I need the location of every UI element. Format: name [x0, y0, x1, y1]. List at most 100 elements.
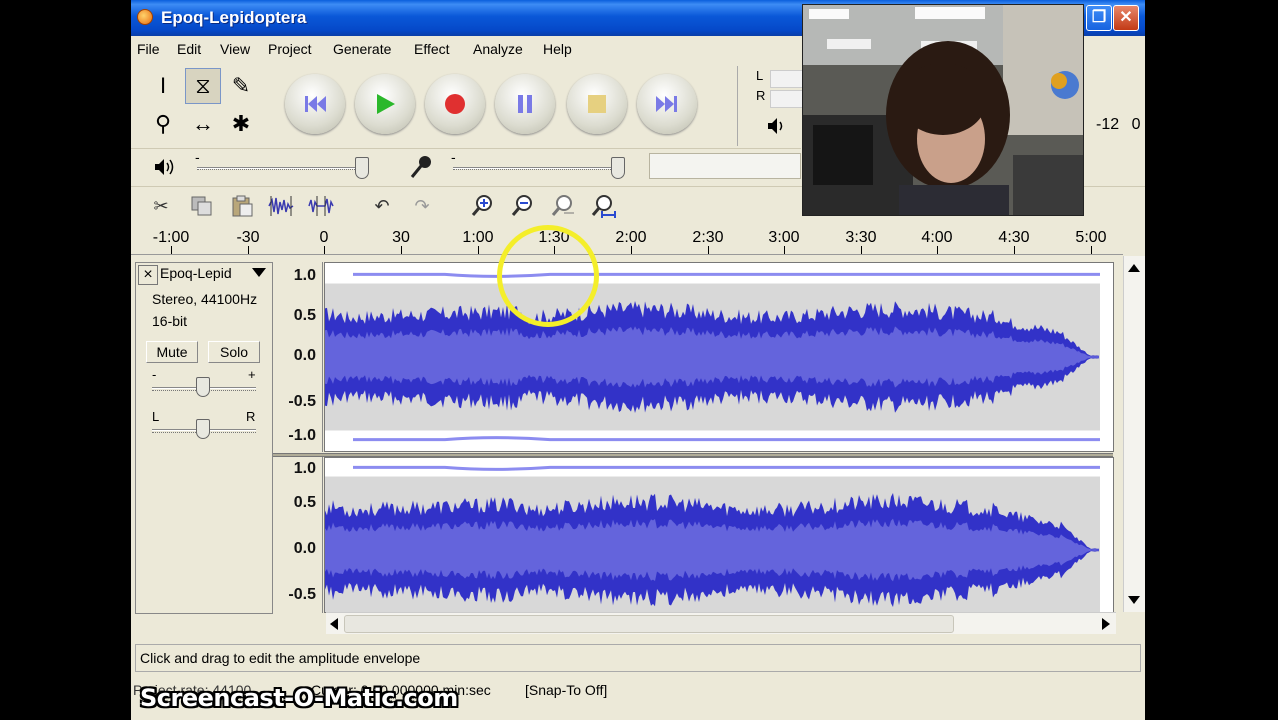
- ruler-mark: [401, 246, 402, 254]
- ruler-tick: -30: [236, 229, 260, 246]
- time-shift-tool[interactable]: ↔: [185, 106, 221, 142]
- scale-label: 0.0: [293, 347, 316, 364]
- input-source-select[interactable]: [649, 153, 801, 179]
- zoom-in-icon[interactable]: [467, 190, 499, 222]
- track-info-format: Stereo, 44100Hz: [152, 291, 258, 307]
- speaker-icon: [155, 159, 174, 175]
- scroll-right-icon[interactable]: [1102, 618, 1110, 630]
- play-icon: [377, 94, 395, 114]
- ruler-mark: [631, 246, 632, 254]
- ruler-tick: 5:00: [1075, 229, 1107, 246]
- skip-start-icon: [305, 96, 326, 112]
- ruler-mark: [861, 246, 862, 254]
- maximize-button[interactable]: ❐: [1086, 5, 1112, 31]
- cut-icon[interactable]: ✂: [145, 190, 177, 222]
- webcam-overlay: [802, 4, 1084, 216]
- pan-right-label: R: [246, 409, 256, 424]
- scroll-down-icon[interactable]: [1128, 596, 1140, 604]
- copy-icon[interactable]: [186, 190, 218, 222]
- pause-icon: [518, 95, 532, 113]
- zoom-out-icon[interactable]: [507, 190, 539, 222]
- skip-start-button[interactable]: [285, 74, 345, 134]
- zoom-tool[interactable]: ⚲: [145, 106, 181, 142]
- stop-icon: [588, 95, 606, 113]
- track-close-button[interactable]: ×: [138, 265, 158, 285]
- amplitude-envelope[interactable]: [353, 272, 1100, 278]
- ruler-tick: 2:30: [692, 229, 724, 246]
- ruler-tick: 3:30: [845, 229, 877, 246]
- gain-plus-label: +: [248, 367, 256, 382]
- skip-end-icon: [656, 96, 677, 112]
- scroll-up-icon[interactable]: [1128, 264, 1140, 272]
- input-volume-ticks: [453, 169, 619, 175]
- menu-edit[interactable]: Edit: [177, 41, 201, 57]
- record-icon: [445, 94, 465, 114]
- record-button[interactable]: [425, 74, 485, 134]
- undo-icon[interactable]: ↶: [366, 190, 398, 222]
- output-volume-min: -: [195, 149, 200, 165]
- amplitude-envelope[interactable]: [353, 465, 1100, 471]
- track-area: × Epoq-Lepid Stereo, 44100Hz 16-bit Mute…: [131, 256, 1123, 614]
- waveform-right: [325, 465, 1100, 612]
- mute-button[interactable]: Mute: [146, 341, 198, 363]
- solo-button[interactable]: Solo: [208, 341, 260, 363]
- track-name-menu[interactable]: Epoq-Lepid: [160, 265, 270, 285]
- output-volume-ticks: [197, 169, 363, 175]
- fit-project-icon[interactable]: [587, 190, 619, 222]
- input-volume-slider[interactable]: [611, 157, 625, 179]
- ruler-tick: 4:00: [921, 229, 953, 246]
- vertical-scrollbar[interactable]: [1123, 256, 1145, 612]
- gain-minus-label: -: [152, 367, 157, 382]
- draw-tool[interactable]: ✎: [223, 68, 259, 104]
- multi-tool[interactable]: ✱: [223, 106, 259, 142]
- ruler-mark: [248, 246, 249, 254]
- tools-toolbar: I ⧖ ✎ ⚲ ↔ ✱: [135, 66, 261, 146]
- window-title: Epoq-Lepidoptera: [161, 8, 307, 27]
- ruler-tick: 2:00: [615, 229, 647, 246]
- fit-selection-icon[interactable]: [547, 190, 579, 222]
- paste-icon[interactable]: [226, 190, 258, 222]
- gain-slider[interactable]: [196, 377, 210, 397]
- cursor-highlight-ring: [497, 225, 599, 327]
- horizontal-scroll-thumb[interactable]: [344, 615, 954, 633]
- close-button[interactable]: ✕: [1113, 5, 1139, 31]
- speaker-meter-icon[interactable]: [766, 116, 788, 136]
- ruler-mark: [478, 246, 479, 254]
- waveform-left-channel[interactable]: [324, 262, 1114, 452]
- menu-effect[interactable]: Effect: [414, 41, 450, 57]
- menu-analyze[interactable]: Analyze: [473, 41, 523, 57]
- waveform-right-channel[interactable]: [324, 457, 1114, 613]
- status-text: Click and drag to edit the amplitude env…: [140, 650, 421, 666]
- mixer-toolbar: - -: [131, 148, 801, 186]
- menu-project[interactable]: Project: [268, 41, 312, 57]
- scale-label: 0.5: [293, 494, 316, 511]
- menu-view[interactable]: View: [220, 41, 250, 57]
- meter-scale-right: 0: [1131, 116, 1141, 133]
- ruler-mark: [324, 246, 325, 254]
- ruler-tick: 30: [392, 229, 410, 246]
- timeline-ruler[interactable]: -1:00 -30 0 30 1:00 1:30 2:00 2:30 3:00 …: [131, 225, 1123, 255]
- ruler-mark: [1091, 246, 1092, 254]
- menu-file[interactable]: File: [137, 41, 160, 57]
- menu-help[interactable]: Help: [543, 41, 572, 57]
- redo-icon[interactable]: ↷: [406, 190, 438, 222]
- amplitude-envelope[interactable]: [353, 436, 1100, 442]
- pause-button[interactable]: [495, 74, 555, 134]
- silence-icon[interactable]: [305, 190, 337, 222]
- pan-slider[interactable]: [196, 419, 210, 439]
- skip-end-button[interactable]: [637, 74, 697, 134]
- scroll-left-icon[interactable]: [330, 618, 338, 630]
- horizontal-scrollbar[interactable]: [326, 612, 1116, 634]
- trim-icon[interactable]: [265, 190, 297, 222]
- menu-generate[interactable]: Generate: [333, 41, 391, 57]
- dropdown-arrow-icon: [252, 268, 266, 277]
- play-button[interactable]: [355, 74, 415, 134]
- ruler-tick: -1:00: [152, 229, 190, 246]
- envelope-tool[interactable]: ⧖: [185, 68, 221, 104]
- waveform-left: [325, 272, 1100, 442]
- selection-tool[interactable]: I: [145, 68, 181, 104]
- stop-button[interactable]: [567, 74, 627, 134]
- output-volume-slider[interactable]: [355, 157, 369, 179]
- input-volume-min: -: [451, 149, 456, 165]
- scale-label: 1.0: [293, 267, 316, 284]
